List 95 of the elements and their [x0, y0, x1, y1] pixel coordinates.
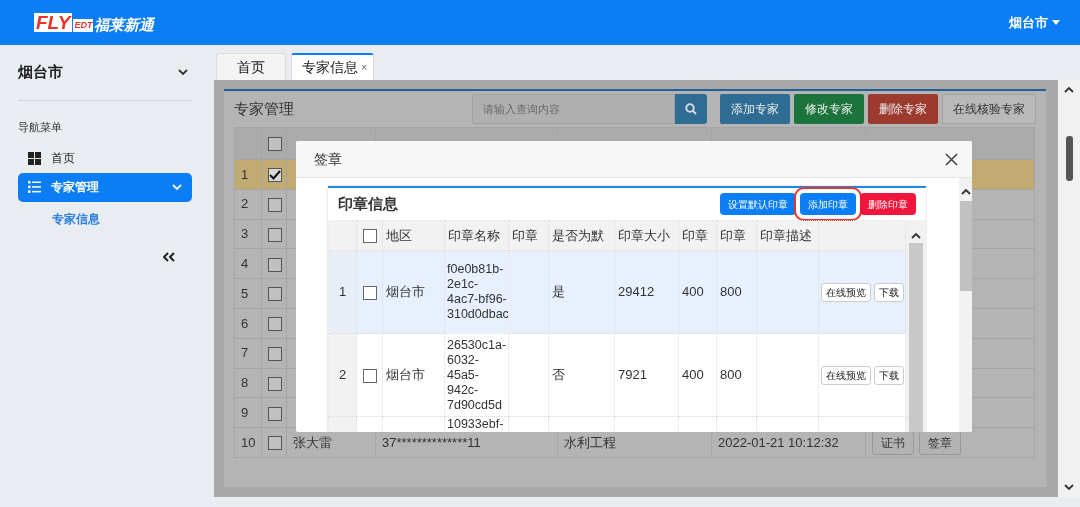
scroll-up-icon: [911, 232, 921, 239]
scroll-down-icon: [1064, 484, 1074, 491]
scroll-thumb[interactable]: [1065, 136, 1073, 181]
row-action-button[interactable]: 下载: [874, 366, 904, 385]
table-cell-text: 29412: [618, 283, 656, 302]
table-cell: 37**************11: [382, 434, 481, 450]
panel-title: 专家管理: [234, 98, 295, 119]
toolbar-button[interactable]: 设置默认印章: [720, 193, 796, 215]
checkbox[interactable]: [268, 287, 282, 302]
row-action-button[interactable]: 下载: [874, 283, 904, 302]
sidebar-item[interactable]: 首页: [18, 143, 192, 173]
table-cell-text: 10933ebf-: [447, 417, 505, 432]
search-button[interactable]: [675, 94, 707, 124]
chevron-down-icon: [178, 69, 188, 76]
row-number: 1: [338, 284, 347, 300]
tab-close-button[interactable]: ×: [361, 59, 368, 76]
table-cell: 26530c1a-6032-45a5-942c-7d90cd5d: [447, 337, 507, 413]
row-number: 2: [338, 367, 347, 383]
table-cell-text: 烟台市: [386, 283, 426, 302]
checkbox[interactable]: [268, 406, 282, 421]
column-header: 印章描述: [760, 227, 812, 243]
row-action-button[interactable]: 签章: [919, 430, 961, 455]
column-header: 印章: [512, 227, 538, 243]
tab[interactable]: 专家信息 ×: [291, 53, 375, 80]
list-icon: [28, 181, 41, 193]
checkbox[interactable]: [268, 257, 282, 272]
row-number: 9: [241, 405, 249, 420]
table-cell-text: 7921: [618, 366, 648, 385]
checkbox[interactable]: [268, 376, 282, 391]
panel-title: 印章信息: [338, 193, 399, 214]
dialog-title: 签章: [314, 149, 342, 169]
page-scrollbar[interactable]: [1058, 80, 1080, 497]
checkbox[interactable]: [268, 137, 282, 152]
column-header: 地区: [386, 227, 412, 243]
row-action-button[interactable]: 证书: [872, 430, 914, 455]
sidebar-item[interactable]: 专家管理: [18, 172, 192, 202]
column-header: 印章名称: [448, 227, 500, 243]
checkbox[interactable]: [268, 198, 282, 212]
collapse-icon[interactable]: [163, 251, 175, 262]
row-action-button[interactable]: 在线预览: [821, 366, 871, 385]
search-icon: [685, 103, 697, 115]
toolbar-button[interactable]: 删除专家: [868, 94, 938, 124]
checkbox[interactable]: [268, 317, 282, 332]
table-cell: 2022-01-21 10:12:32: [718, 434, 839, 450]
menu-heading: 导航菜单: [18, 120, 63, 135]
close-icon: [945, 152, 958, 166]
table-cell-text: 400: [682, 366, 705, 385]
toolbar-button[interactable]: 修改专家: [794, 94, 864, 124]
check-icon: [269, 170, 281, 181]
checkbox[interactable]: [362, 368, 377, 383]
scroll-up-icon: [960, 188, 971, 195]
scroll-up-icon: [1064, 86, 1074, 93]
row-number: 4: [241, 256, 249, 272]
checkbox[interactable]: [362, 229, 377, 244]
table-cell-text: 800: [720, 283, 743, 302]
table-scrollbar[interactable]: [906, 220, 926, 432]
close-button[interactable]: [945, 152, 958, 166]
toolbar-button[interactable]: 添加专家: [720, 94, 790, 124]
dialog-scrollbar[interactable]: [959, 178, 972, 432]
toolbar-button[interactable]: 删除印章: [860, 193, 916, 215]
row-number: 10: [241, 434, 256, 450]
table-cell-text: 烟台市: [386, 366, 426, 385]
region-name: 烟台市: [18, 62, 63, 83]
column-header: 印章: [682, 227, 708, 243]
row-number: 5: [241, 285, 249, 301]
row-number: 1: [241, 166, 249, 182]
region-selector[interactable]: 烟台市: [18, 45, 192, 101]
tab[interactable]: 首页: [216, 53, 286, 80]
row-number: 6: [241, 315, 249, 331]
checkbox[interactable]: [268, 168, 282, 183]
checkbox[interactable]: [268, 347, 282, 361]
checkbox[interactable]: [362, 285, 377, 300]
toolbar-button[interactable]: 在线核验专家: [942, 94, 1036, 124]
submenu-item[interactable]: 专家信息: [18, 201, 100, 228]
table-cell-text: 400: [682, 283, 705, 302]
table-cell: 张大雷: [293, 434, 332, 450]
row-action-button[interactable]: 在线预览: [821, 283, 871, 302]
row-number: 2: [241, 196, 249, 212]
table-cell: 水利工程: [564, 434, 616, 450]
column-header: 是否为默: [552, 227, 604, 243]
checkbox[interactable]: [268, 436, 282, 451]
row-number: 3: [241, 226, 249, 242]
city-dropdown[interactable]: 烟台市: [1003, 11, 1066, 34]
row-number: 7: [241, 345, 249, 361]
table-cell-text: 是: [552, 283, 566, 302]
brand-logo: FLY EDT福莱新通: [34, 13, 155, 32]
column-header: 印章: [720, 227, 746, 243]
table-cell-text: 否: [552, 366, 566, 385]
column-header: 印章大小: [618, 227, 670, 243]
row-number: 8: [241, 375, 249, 391]
checkbox[interactable]: [268, 227, 282, 242]
caret-icon: [1052, 20, 1060, 25]
search-field[interactable]: 请输入查询内容: [472, 94, 675, 124]
grid-icon: [28, 151, 41, 165]
table-cell-text: 800: [720, 366, 743, 385]
